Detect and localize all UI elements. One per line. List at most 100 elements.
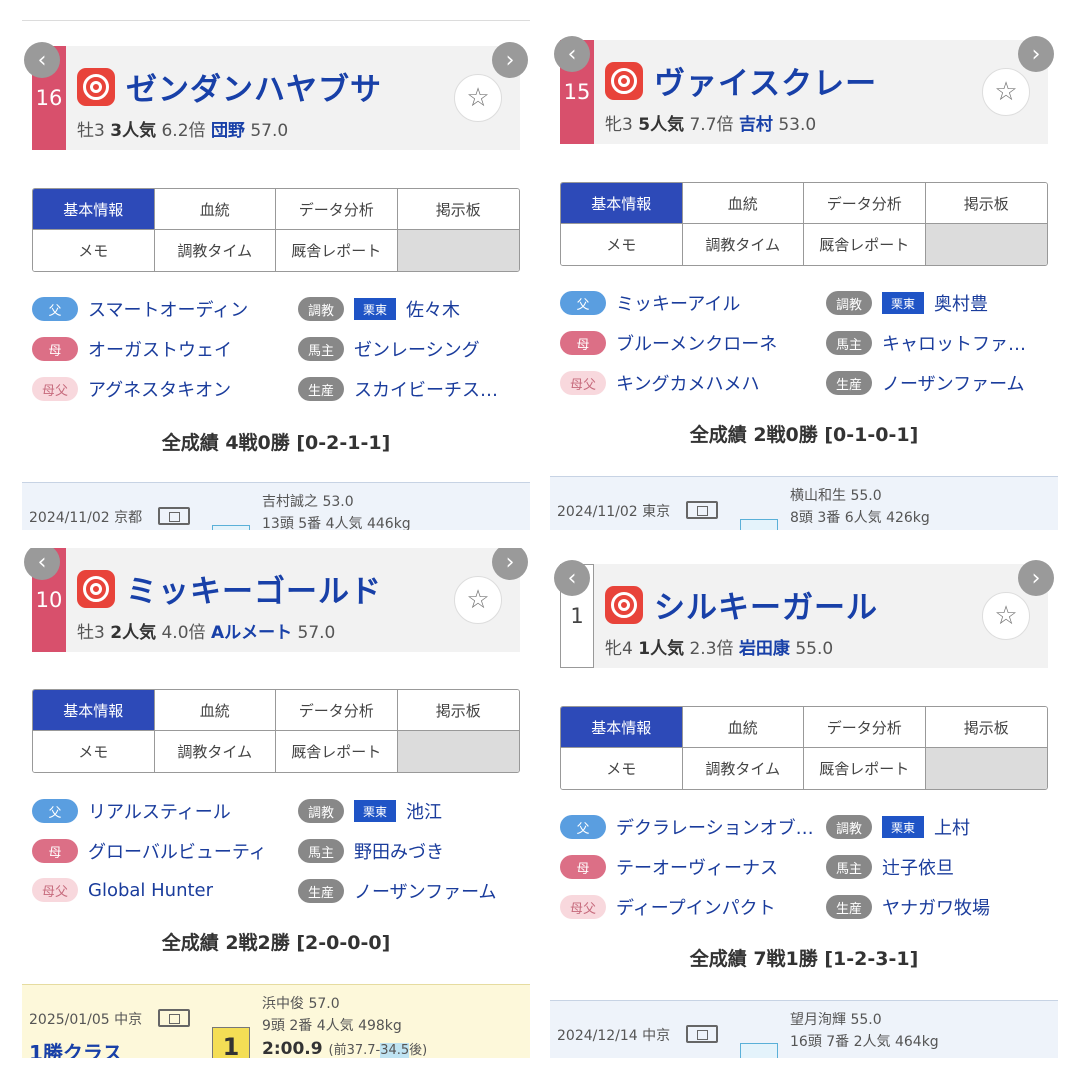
- next-arrow-icon[interactable]: ›: [492, 548, 528, 580]
- video-icon[interactable]: [158, 1009, 190, 1027]
- breeder-row[interactable]: 生産 ヤナガワ牧場: [826, 894, 990, 920]
- tab-basic-info[interactable]: 基本情報: [561, 707, 683, 748]
- trainer-row[interactable]: 調教 栗東 佐々木: [298, 296, 460, 322]
- mother-father-row[interactable]: 母父 ディープインパクト: [560, 894, 776, 920]
- father-name[interactable]: リアルスティール: [88, 798, 231, 824]
- tab-stable-report[interactable]: 厩舎レポート: [804, 748, 926, 789]
- breeder-name[interactable]: スカイビーチス…: [354, 376, 498, 402]
- prev-arrow-icon[interactable]: ‹: [554, 36, 590, 72]
- favorite-star-icon[interactable]: ☆: [982, 592, 1030, 640]
- trainer-row[interactable]: 調教 栗東 上村: [826, 814, 970, 840]
- video-icon[interactable]: [158, 507, 190, 525]
- owner-name[interactable]: 辻子依旦: [882, 854, 954, 880]
- tab-training-time[interactable]: 調教タイム: [154, 230, 276, 271]
- tab-data-analysis[interactable]: データ分析: [276, 189, 398, 230]
- tab-stable-report[interactable]: 厩舎レポート: [276, 731, 398, 772]
- tab-stable-report[interactable]: 厩舎レポート: [276, 230, 398, 271]
- breeder-name[interactable]: ノーザンファーム: [354, 878, 497, 904]
- favorite-star-icon[interactable]: ☆: [982, 68, 1030, 116]
- prev-arrow-icon[interactable]: ‹: [24, 42, 60, 78]
- jockey-link[interactable]: 吉村: [739, 115, 773, 135]
- mother-father-row[interactable]: 母父 アグネスタキオン: [32, 376, 231, 402]
- tab-stable-report[interactable]: 厩舎レポート: [804, 224, 926, 265]
- tab-board[interactable]: 掲示板: [397, 189, 519, 230]
- horse-name[interactable]: シルキーガール: [654, 582, 878, 627]
- mother-row[interactable]: 母オーガストウェイ: [32, 336, 232, 362]
- mother-father-row[interactable]: 母父 Global Hunter: [32, 878, 213, 902]
- race-history-row[interactable]: 2025/01/05 中京 浜中俊 57.0 9頭 2番 4人気 498kg 1…: [22, 984, 530, 1058]
- tab-basic-info[interactable]: 基本情報: [33, 690, 155, 731]
- owner-name[interactable]: 野田みづき: [354, 838, 444, 864]
- tab-basic-info[interactable]: 基本情報: [33, 189, 155, 230]
- horse-name[interactable]: ミッキーゴールド: [126, 566, 382, 611]
- breeder-name[interactable]: ノーザンファーム: [882, 370, 1025, 396]
- mother-name[interactable]: オーガストウェイ: [88, 336, 232, 362]
- favorite-star-icon[interactable]: ☆: [454, 576, 502, 624]
- tab-memo[interactable]: メモ: [33, 731, 155, 772]
- horse-header[interactable]: 15 ヴァイスクレー 牝3 5人気 7.7倍 吉村 53.0 ☆: [560, 40, 1048, 144]
- breeder-row[interactable]: 生産 ノーザンファーム: [298, 878, 497, 904]
- race-history-row[interactable]: 2024/11/02 東京 横山和生 55.0 8頭 3番 6人気 426kg: [550, 476, 1058, 530]
- mother-father-row[interactable]: 母父 キングカメハメハ: [560, 370, 759, 396]
- tab-board[interactable]: 掲示板: [397, 690, 519, 731]
- tab-pedigree[interactable]: 血統: [154, 690, 276, 731]
- mother-row[interactable]: 母テーオーヴィーナス: [560, 854, 778, 880]
- prev-arrow-icon[interactable]: ‹: [554, 560, 590, 596]
- tab-board[interactable]: 掲示板: [925, 707, 1047, 748]
- mother-name[interactable]: グローバルビューティ: [88, 838, 267, 864]
- owner-row[interactable]: 馬主 辻子依旦: [826, 854, 954, 880]
- father-row[interactable]: 父スマートオーディン: [32, 296, 248, 322]
- trainer-name[interactable]: 上村: [934, 814, 970, 840]
- mother-row[interactable]: 母ブルーメンクローネ: [560, 330, 777, 356]
- tab-data-analysis[interactable]: データ分析: [804, 707, 926, 748]
- trainer-row[interactable]: 調教 栗東 奥村豊: [826, 290, 988, 316]
- video-icon[interactable]: [686, 1025, 718, 1043]
- owner-row[interactable]: 馬主 野田みづき: [298, 838, 444, 864]
- mother-row[interactable]: 母グローバルビューティ: [32, 838, 267, 864]
- next-arrow-icon[interactable]: ›: [1018, 36, 1054, 72]
- tab-basic-info[interactable]: 基本情報: [561, 183, 683, 224]
- trainer-row[interactable]: 調教 栗東 池江: [298, 798, 442, 824]
- mother-name[interactable]: ブルーメンクローネ: [616, 330, 777, 356]
- tab-pedigree[interactable]: 血統: [154, 189, 276, 230]
- jockey-link[interactable]: Aルメート: [211, 623, 292, 643]
- trainer-name[interactable]: 池江: [406, 798, 442, 824]
- father-row[interactable]: 父ミッキーアイル: [560, 290, 740, 316]
- video-icon[interactable]: [686, 501, 718, 519]
- father-row[interactable]: 父デクラレーションオブ…: [560, 814, 814, 840]
- trainer-name[interactable]: 佐々木: [406, 296, 460, 322]
- horse-header[interactable]: 10 ミッキーゴールド 牡3 2人気 4.0倍 Aルメート 57.0 ☆: [32, 548, 520, 652]
- jockey-link[interactable]: 団野: [211, 121, 245, 141]
- horse-header[interactable]: 1 シルキーガール 牝4 1人気 2.3倍 岩田康 55.0 ☆: [560, 564, 1048, 668]
- tab-training-time[interactable]: 調教タイム: [154, 731, 276, 772]
- owner-name[interactable]: ゼンレーシング: [354, 336, 480, 362]
- owner-row[interactable]: 馬主 ゼンレーシング: [298, 336, 480, 362]
- mother-father-name[interactable]: Global Hunter: [88, 880, 213, 901]
- tab-pedigree[interactable]: 血統: [682, 707, 804, 748]
- race-history-row[interactable]: 2024/11/02 京都 吉村誠之 53.0 13頭 5番 4人気 446kg: [22, 482, 530, 530]
- breeder-row[interactable]: 生産 スカイビーチス…: [298, 376, 498, 402]
- owner-row[interactable]: 馬主 キャロットファ…: [826, 330, 1026, 356]
- race-history-row[interactable]: 2024/12/14 中京 望月洵輝 55.0 16頭 7番 2人気 464kg: [550, 1000, 1058, 1058]
- tab-data-analysis[interactable]: データ分析: [804, 183, 926, 224]
- trainer-name[interactable]: 奥村豊: [934, 290, 988, 316]
- tab-memo[interactable]: メモ: [561, 224, 683, 265]
- breeder-row[interactable]: 生産 ノーザンファーム: [826, 370, 1025, 396]
- tab-pedigree[interactable]: 血統: [682, 183, 804, 224]
- father-row[interactable]: 父リアルスティール: [32, 798, 231, 824]
- father-name[interactable]: ミッキーアイル: [616, 290, 740, 316]
- next-arrow-icon[interactable]: ›: [1018, 560, 1054, 596]
- horse-header[interactable]: 16 ゼンダンハヤブサ 牡3 3人気 6.2倍 団野 57.0 ☆: [32, 46, 520, 150]
- jockey-link[interactable]: 岩田康: [739, 639, 790, 659]
- mother-name[interactable]: テーオーヴィーナス: [616, 854, 778, 880]
- next-arrow-icon[interactable]: ›: [492, 42, 528, 78]
- mother-father-name[interactable]: ディープインパクト: [616, 894, 776, 920]
- horse-name[interactable]: ヴァイスクレー: [654, 58, 877, 103]
- breeder-name[interactable]: ヤナガワ牧場: [882, 894, 990, 920]
- horse-name[interactable]: ゼンダンハヤブサ: [126, 64, 382, 109]
- mother-father-name[interactable]: アグネスタキオン: [88, 376, 231, 402]
- tab-training-time[interactable]: 調教タイム: [682, 224, 804, 265]
- race-class[interactable]: 1勝クラス: [29, 1037, 123, 1058]
- tab-memo[interactable]: メモ: [33, 230, 155, 271]
- owner-name[interactable]: キャロットファ…: [882, 330, 1026, 356]
